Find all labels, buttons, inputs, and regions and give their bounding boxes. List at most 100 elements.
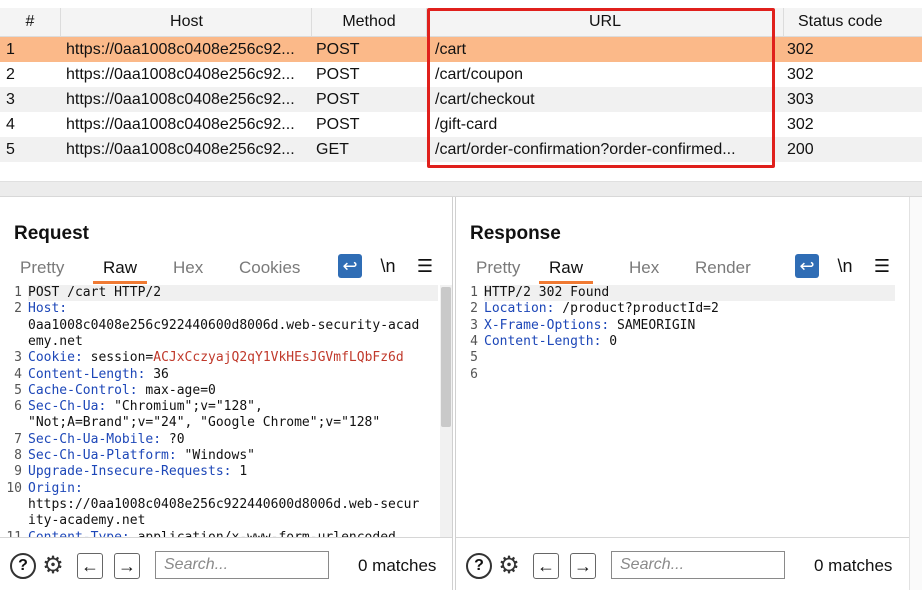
header-value: emy.net (28, 333, 83, 349)
code-line: HTTP/2 302 Found (484, 285, 895, 302)
header-value: "Not;A=Brand";v="24", "Google Chrome";v=… (28, 415, 381, 431)
request-title: Request (14, 223, 89, 244)
line-number: 10 (6, 480, 22, 496)
header-name: Location: (484, 301, 555, 317)
row-number: 4 (6, 116, 15, 133)
match-count: 0 matches (358, 556, 437, 575)
row-method: POST (316, 41, 360, 58)
row-number: 1 (6, 41, 15, 58)
header-name: Upgrade-Insecure-Requests: (28, 464, 232, 480)
header-name: Content-Length: (484, 333, 602, 349)
code-line: Location: /product?productId=2 (484, 301, 895, 317)
line-number: 2 (14, 301, 22, 317)
line-number: 11 (6, 529, 22, 538)
response-search-bar: ? ⚙ ← → Search... 0 matches (456, 537, 909, 591)
line-number: 7 (14, 431, 22, 447)
menu-icon[interactable]: ☰ (413, 254, 437, 278)
right-scrollbar-strip[interactable] (909, 197, 922, 590)
column-header-status-code[interactable]: Status code (784, 8, 922, 36)
line-number: 9 (14, 464, 22, 480)
header-name: Sec-Ch-Ua-Mobile: (28, 431, 162, 447)
code-line: Content-Length: 36 (28, 367, 438, 383)
line-number: 5 (14, 382, 22, 398)
vertical-scrollbar[interactable] (440, 285, 452, 537)
row-method: POST (316, 91, 360, 108)
line-number: 3 (470, 317, 478, 333)
search-input[interactable]: Search... (155, 551, 329, 579)
search-input[interactable]: Search... (611, 551, 785, 579)
header-name: Content-Type: (28, 529, 130, 538)
row-status-code: 200 (787, 141, 814, 158)
tab-hex[interactable]: Hex (629, 255, 659, 281)
line-number: 4 (14, 366, 22, 382)
code-line: Cookie: session=ACJxCczyajQ2qY1VkHEsJGVm… (28, 350, 438, 366)
code-line: 0aa1008c0408e256c922440600d8006d.web-sec… (28, 318, 438, 334)
help-icon[interactable]: ? (466, 553, 492, 579)
header-name: Content-Length: (28, 366, 146, 382)
header-name: Origin: (28, 480, 83, 496)
scrollbar-thumb[interactable] (441, 287, 451, 427)
next-match-button[interactable]: → (114, 553, 140, 579)
wrap-icon[interactable]: ↩ (795, 254, 819, 278)
code-line: Upgrade-Insecure-Requests: 1 (28, 464, 438, 480)
line-number: 1 (14, 285, 22, 300)
code-line: Sec-Ch-Ua-Mobile: ?0 (28, 432, 438, 448)
line-number: 8 (14, 448, 22, 463)
line-number: 6 (470, 366, 478, 382)
column-header-host[interactable]: Host (62, 8, 312, 36)
line-number: 1 (470, 285, 478, 300)
header-value: https://0aa1008c0408e256c922440600d8006d… (28, 496, 420, 512)
tab-pretty[interactable]: Pretty (476, 255, 520, 281)
code-line: Sec-Ch-Ua-Platform: "Windows" (28, 448, 438, 464)
tab-raw[interactable]: Raw (93, 255, 148, 284)
code-line: https://0aa1008c0408e256c922440600d8006d… (28, 497, 438, 513)
row-host: https://0aa1008c0408e256c92... (66, 66, 295, 83)
code-line: Host: (28, 301, 438, 317)
column-header-number[interactable]: # (0, 8, 61, 36)
header-value: max-age=0 (137, 382, 216, 398)
next-match-button[interactable]: → (570, 553, 596, 579)
horizontal-scrollbar[interactable] (0, 181, 922, 196)
code-line: POST /cart HTTP/2 (28, 285, 438, 302)
tab-cookies[interactable]: Cookies (239, 255, 300, 281)
newline-icon[interactable]: \n (833, 254, 857, 278)
header-value: /product?productId=2 (554, 301, 719, 317)
code-line: X-Frame-Options: SAMEORIGIN (484, 318, 895, 334)
header-value: 0aa1008c0408e256c922440600d8006d.web-sec… (28, 317, 420, 333)
code-line: ity-academy.net (28, 513, 438, 529)
request-panel: Request Pretty Raw Hex Cookies ↩ \n ☰ 1P… (0, 197, 453, 591)
previous-match-button[interactable]: ← (533, 553, 559, 579)
column-header-method[interactable]: Method (312, 8, 427, 36)
gear-icon[interactable]: ⚙ (496, 553, 522, 579)
row-status-code: 302 (787, 66, 814, 83)
gear-icon[interactable]: ⚙ (40, 553, 66, 579)
previous-match-button[interactable]: ← (77, 553, 103, 579)
header-value: 0 (601, 333, 618, 349)
newline-icon[interactable]: \n (376, 254, 400, 278)
line-number: 4 (470, 333, 478, 349)
response-panel: Response Pretty Raw Hex Render ↩ \n ☰ 1H… (455, 197, 909, 591)
response-title: Response (470, 223, 561, 244)
http-history-table: # Host Method URL Status code 1 https://… (0, 0, 922, 197)
code-line: Content-Length: 0 (484, 334, 895, 350)
tab-hex[interactable]: Hex (173, 255, 203, 281)
menu-icon[interactable]: ☰ (870, 254, 894, 278)
header-value: "Chromium";v="128", (106, 399, 263, 415)
response-editor[interactable]: 1 HTTP/2 302 Found 2 Location: /product?pro… (456, 285, 909, 537)
line-number: 3 (14, 350, 22, 366)
help-icon[interactable]: ? (10, 553, 36, 579)
request-search-bar: ? ⚙ ← → Search... 0 matches (0, 537, 452, 591)
row-method: GET (316, 141, 349, 158)
tab-pretty[interactable]: Pretty (20, 255, 64, 281)
header-value: ity-academy.net (28, 513, 146, 529)
tab-raw[interactable]: Raw (539, 255, 594, 284)
row-host: https://0aa1008c0408e256c92... (66, 91, 295, 108)
header-name: Sec-Ch-Ua: (28, 399, 107, 415)
tab-render[interactable]: Render (695, 255, 751, 281)
code-line: Origin: (28, 481, 438, 497)
row-number: 5 (6, 141, 15, 158)
header-name: X-Frame-Options: (484, 317, 610, 333)
request-editor[interactable]: 1 POST /cart HTTP/2 2 Host: 0aa1008c0408e256… (0, 285, 452, 537)
line-number: 5 (470, 350, 478, 366)
wrap-icon[interactable]: ↩ (338, 254, 362, 278)
